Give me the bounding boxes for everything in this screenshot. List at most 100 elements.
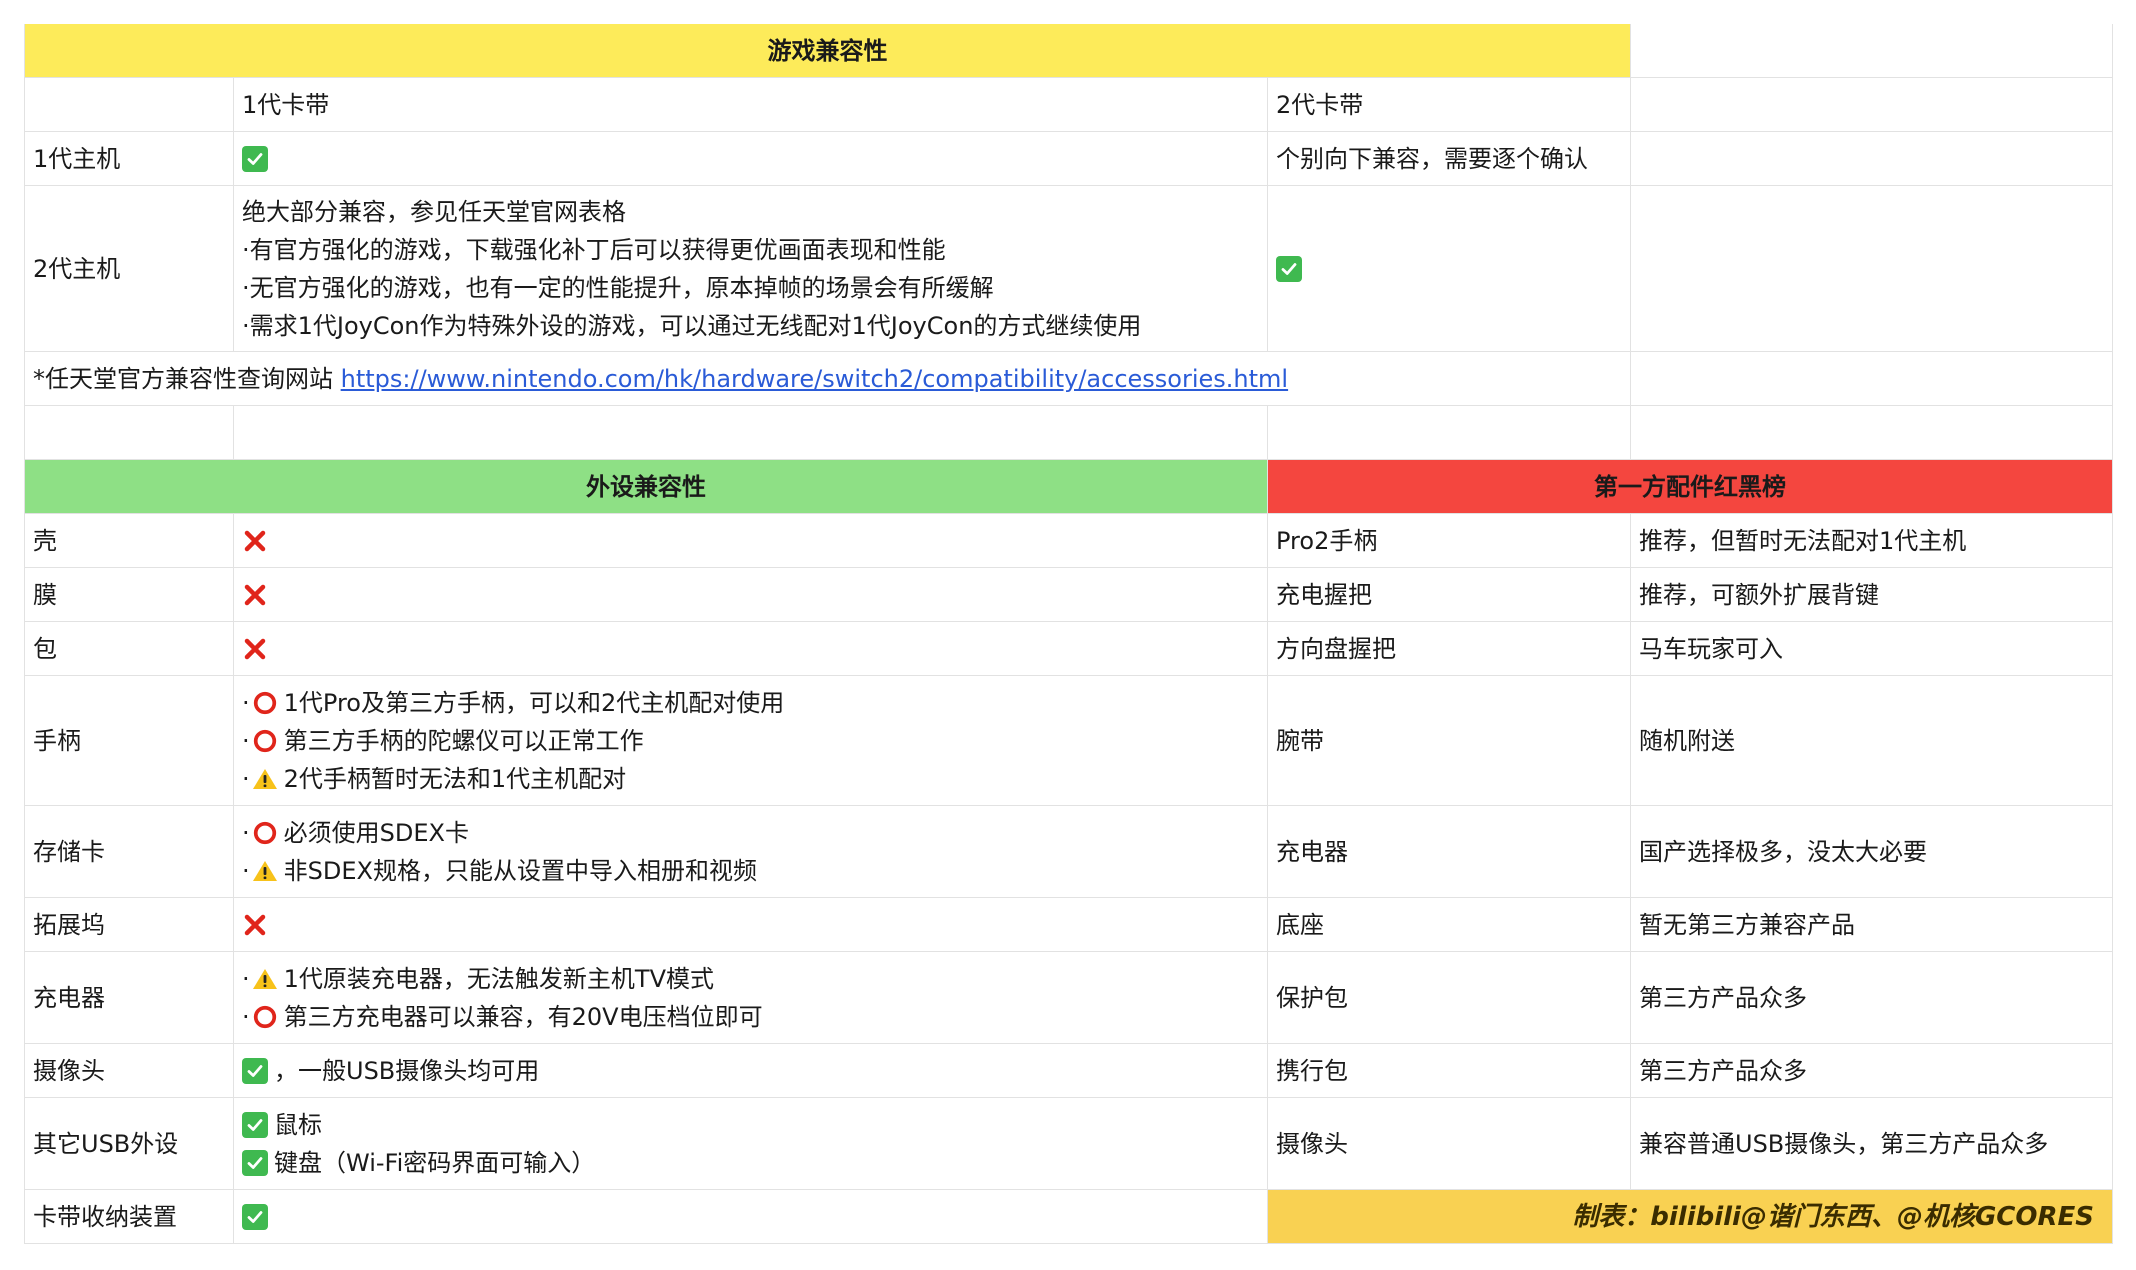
table-row: 卡带收纳装置 制表：bilibili@谐门东西、@机核GCORES — [24, 1190, 2113, 1244]
accessory-name[interactable]: Pro2手柄 — [1268, 514, 1631, 567]
peripheral-compat-header[interactable]: 外设兼容性 — [24, 460, 1268, 513]
accessory-name[interactable]: 底座 — [1268, 898, 1631, 951]
text-line: · 2代手柄暂时无法和1代主机配对 — [242, 760, 626, 798]
gen1-console-label[interactable]: 1代主机 — [24, 132, 234, 185]
line-text: 2代手柄暂时无法和1代主机配对 — [283, 764, 627, 793]
empty-cell[interactable] — [1631, 352, 2113, 405]
line-text: 1代Pro及第三方手柄，可以和2代主机配对使用 — [283, 688, 785, 717]
accessory-comment[interactable]: 第三方产品众多 — [1631, 1044, 2113, 1097]
peripheral-label[interactable]: 壳 — [24, 514, 234, 567]
accessory-comment[interactable]: 第三方产品众多 — [1631, 952, 2113, 1043]
peripheral-label[interactable]: 卡带收纳装置 — [24, 1190, 234, 1243]
game-compat-header-row: 游戏兼容性 — [24, 24, 2113, 78]
peripheral-status-cell[interactable]: 鼠标 键盘（Wi-Fi密码界面可输入） — [234, 1098, 1268, 1189]
line-text: 第三方手柄的陀螺仪可以正常工作 — [283, 726, 644, 755]
text-line: · 必须使用SDEX卡 — [242, 814, 469, 852]
text-line: · 第三方手柄的陀螺仪可以正常工作 — [242, 722, 644, 760]
line-text: 第三方充电器可以兼容，有20V电压档位即可 — [283, 1002, 763, 1031]
line-text: 键盘（Wi-Fi密码界面可输入） — [274, 1148, 596, 1177]
peripheral-status-cell[interactable] — [234, 622, 1268, 675]
peripheral-status-cell[interactable]: · 1代Pro及第三方手柄，可以和2代主机配对使用 · 第三方手柄的陀螺仪可以正常工… — [234, 676, 1268, 805]
peripheral-label[interactable]: 膜 — [24, 568, 234, 621]
table-row: 膜 充电握把 推荐，可额外扩展背键 — [24, 568, 2113, 622]
gen2-cart-header[interactable]: 2代卡带 — [1268, 78, 1631, 131]
gen1-cart-header[interactable]: 1代卡带 — [234, 78, 1268, 131]
empty-cell[interactable] — [24, 406, 234, 459]
note-row: *任天堂官方兼容性查询网站 https://www.nintendo.com/h… — [24, 352, 2113, 406]
cross-mark-icon — [242, 912, 268, 938]
accessory-comment[interactable]: 暂无第三方兼容产品 — [1631, 898, 2113, 951]
credit-cell[interactable]: 制表：bilibili@谐门东西、@机核GCORES — [1268, 1190, 2113, 1243]
empty-cell[interactable] — [1268, 406, 1631, 459]
peripheral-status-cell[interactable] — [234, 898, 1268, 951]
accessory-comment[interactable]: 推荐，但暂时无法配对1代主机 — [1631, 514, 2113, 567]
accessory-name[interactable]: 腕带 — [1268, 676, 1631, 805]
line-text: 鼠标 — [274, 1110, 322, 1139]
check-mark-icon — [242, 145, 268, 172]
check-mark-icon — [242, 1111, 268, 1138]
gen2-console-gen1-cart-cell[interactable]: 绝大部分兼容，参见任天堂官网表格 ·有官方强化的游戏，下载强化补丁后可以获得更优… — [234, 186, 1268, 351]
compat-note-text: *任天堂官方兼容性查询网站 — [33, 364, 341, 393]
check-mark-icon — [242, 1057, 268, 1084]
accessory-name[interactable]: 充电器 — [1268, 806, 1631, 897]
peripheral-status-cell[interactable] — [234, 568, 1268, 621]
empty-cell[interactable] — [1631, 78, 2113, 131]
text-line: 绝大部分兼容，参见任天堂官网表格 — [242, 197, 626, 226]
peripheral-label[interactable]: 充电器 — [24, 952, 234, 1043]
third-party-header[interactable]: 第一方配件红黑榜 — [1268, 460, 2113, 513]
table-row: 存储卡 · 必须使用SDEX卡 · 非SDEX规格，只能从设置中导入相册和视频 充电… — [24, 806, 2113, 898]
accessory-comment[interactable]: 推荐，可额外扩展背键 — [1631, 568, 2113, 621]
gen1-console-gen2-cart-cell[interactable]: 个别向下兼容，需要逐个确认 — [1268, 132, 1631, 185]
accessory-name[interactable]: 充电握把 — [1268, 568, 1631, 621]
empty-cell[interactable] — [1631, 186, 2113, 351]
peripheral-status-cell[interactable]: · 1代原装充电器，无法触发新主机TV模式 · 第三方充电器可以兼容，有20V电压档… — [234, 952, 1268, 1043]
gen1-console-row: 1代主机 个别向下兼容，需要逐个确认 — [24, 132, 2113, 186]
table-row: 拓展坞 底座 暂无第三方兼容产品 — [24, 898, 2113, 952]
accessory-comment[interactable]: 马车玩家可入 — [1631, 622, 2113, 675]
text-line: 键盘（Wi-Fi密码界面可输入） — [242, 1144, 595, 1182]
peripheral-status-cell[interactable] — [234, 1190, 1268, 1243]
table-row: 充电器 · 1代原装充电器，无法触发新主机TV模式 · 第三方充电器可以兼容，有20… — [24, 952, 2113, 1044]
compat-note-cell[interactable]: *任天堂官方兼容性查询网站 https://www.nintendo.com/h… — [24, 352, 1631, 405]
gen2-console-row: 2代主机 绝大部分兼容，参见任天堂官网表格 ·有官方强化的游戏，下载强化补丁后可… — [24, 186, 2113, 352]
gen1-console-gen1-cart-cell[interactable] — [234, 132, 1268, 185]
line-text: 非SDEX规格，只能从设置中导入相册和视频 — [283, 856, 757, 885]
text-line: ·需求1代JoyCon作为特殊外设的游戏，可以通过无线配对1代JoyCon的方式… — [242, 311, 1142, 340]
gen2-console-gen2-cart-cell[interactable] — [1268, 186, 1631, 351]
empty-cell[interactable] — [1631, 132, 2113, 185]
accessory-comment[interactable]: 国产选择极多，没太大必要 — [1631, 806, 2113, 897]
accessory-name[interactable]: 保护包 — [1268, 952, 1631, 1043]
empty-cell[interactable] — [234, 406, 1268, 459]
peripheral-label[interactable]: 其它USB外设 — [24, 1098, 234, 1189]
peripheral-status-cell[interactable]: ，一般USB摄像头均可用 — [234, 1044, 1268, 1097]
empty-cell[interactable] — [1631, 406, 2113, 459]
game-compat-header[interactable]: 游戏兼容性 — [24, 24, 1631, 77]
accessory-name[interactable]: 摄像头 — [1268, 1098, 1631, 1189]
red-circle-icon — [252, 690, 278, 716]
peripheral-label[interactable]: 拓展坞 — [24, 898, 234, 951]
peripheral-label[interactable]: 存储卡 — [24, 806, 234, 897]
line-text: ，一般USB摄像头均可用 — [274, 1056, 540, 1085]
empty-cell[interactable] — [1631, 24, 2113, 77]
peripheral-label[interactable]: 手柄 — [24, 676, 234, 805]
gen2-console-label[interactable]: 2代主机 — [24, 186, 234, 351]
check-mark-icon — [1276, 255, 1302, 282]
peripheral-status-cell[interactable] — [234, 514, 1268, 567]
peripheral-status-cell[interactable]: · 必须使用SDEX卡 · 非SDEX规格，只能从设置中导入相册和视频 — [234, 806, 1268, 897]
accessory-comment[interactable]: 兼容普通USB摄像头，第三方产品众多 — [1631, 1098, 2113, 1189]
accessory-name[interactable]: 携行包 — [1268, 1044, 1631, 1097]
line-text: 必须使用SDEX卡 — [283, 818, 469, 847]
check-mark-icon — [242, 1203, 268, 1230]
nintendo-compat-link[interactable]: https://www.nintendo.com/hk/hardware/swi… — [341, 360, 1288, 398]
warning-icon — [252, 858, 278, 884]
table-row: 其它USB外设 鼠标 键盘（Wi-Fi密码界面可输入） 摄像头 兼容普通USB摄… — [24, 1098, 2113, 1190]
text-line: · 非SDEX规格，只能从设置中导入相册和视频 — [242, 852, 757, 890]
warning-icon — [252, 966, 278, 992]
peripheral-label[interactable]: 摄像头 — [24, 1044, 234, 1097]
empty-cell[interactable] — [24, 78, 234, 131]
section-header-row: 外设兼容性 第一方配件红黑榜 — [24, 460, 2113, 514]
text-line: · 第三方充电器可以兼容，有20V电压档位即可 — [242, 998, 763, 1036]
peripheral-label[interactable]: 包 — [24, 622, 234, 675]
accessory-name[interactable]: 方向盘握把 — [1268, 622, 1631, 675]
accessory-comment[interactable]: 随机附送 — [1631, 676, 2113, 805]
